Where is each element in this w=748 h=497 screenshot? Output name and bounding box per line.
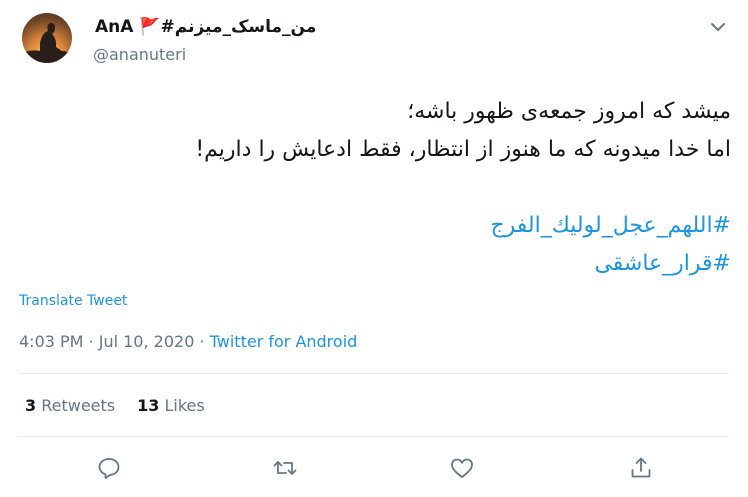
tweet-line: اما خدا میدونه که ما هنوز از انتظار، فقط… — [195, 137, 731, 162]
retweets-stat[interactable]: 3 Retweets — [25, 396, 115, 415]
tweet-text: میشد که امروز جمعه‌ی ظهور باشه؛ اما خدا … — [31, 93, 731, 283]
reply-icon[interactable] — [96, 455, 122, 481]
tweet-source-link[interactable]: Twitter for Android — [210, 332, 358, 351]
tweet-line: میشد که امروز جمعه‌ی ظهور باشه؛ — [407, 99, 731, 124]
share-icon[interactable] — [628, 455, 654, 481]
hashtag-link[interactable]: #اللهم_عجل_لوليك_الفرج — [31, 207, 731, 245]
translate-tweet-link[interactable]: Translate Tweet — [19, 293, 127, 309]
retweets-label: Retweets — [41, 396, 116, 415]
tweet-stats: 3 Retweets 13 Likes — [25, 396, 227, 415]
avatar[interactable] — [22, 13, 72, 63]
author-display-name[interactable]: AnA 🚩#من_ماسک_میزنم — [95, 17, 316, 37]
retweet-icon[interactable] — [272, 455, 298, 481]
tweet-meta: 4:03 PM · Jul 10, 2020 · Twitter for And… — [19, 332, 357, 351]
likes-count: 13 — [137, 396, 160, 415]
likes-stat[interactable]: 13 Likes — [137, 396, 205, 415]
tweet-time[interactable]: 4:03 PM — [19, 332, 83, 351]
meta-separator: · — [194, 332, 210, 351]
tweet-date[interactable]: Jul 10, 2020 — [99, 332, 195, 351]
likes-label: Likes — [164, 396, 205, 415]
divider — [19, 373, 729, 374]
author-username[interactable]: @ananuteri — [93, 45, 186, 64]
meta-separator: · — [83, 332, 99, 351]
divider — [19, 436, 729, 437]
retweets-count: 3 — [25, 396, 37, 415]
heart-icon[interactable] — [449, 455, 475, 481]
chevron-down-icon[interactable] — [707, 16, 729, 38]
hashtag-link[interactable]: #قرار_عاشقی — [31, 245, 731, 283]
avatar-silhouette — [22, 22, 72, 63]
